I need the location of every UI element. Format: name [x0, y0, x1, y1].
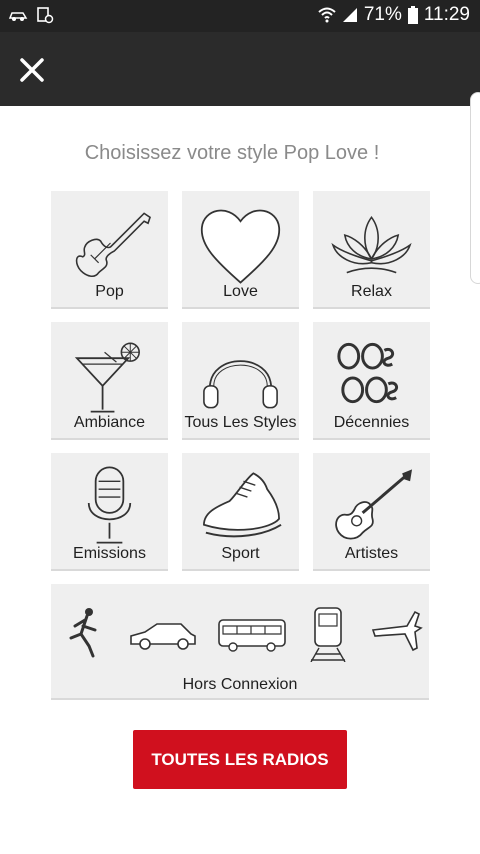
- clock: 11:29: [423, 4, 470, 25]
- style-label: Love: [223, 283, 258, 300]
- style-label: Relax: [351, 283, 392, 300]
- style-tile-ambiance[interactable]: Ambiance: [51, 322, 168, 440]
- runner-icon: [69, 608, 97, 658]
- style-tile-emissions[interactable]: Emissions: [51, 453, 168, 571]
- offline-icons: [69, 607, 423, 662]
- car-icon: [130, 623, 196, 650]
- close-icon[interactable]: [18, 56, 46, 84]
- style-label: Artistes: [344, 545, 399, 562]
- lotus-icon: [331, 215, 412, 274]
- battery-icon: [407, 6, 418, 24]
- headphones-icon: [203, 360, 278, 409]
- page-title: Choisissez votre style Pop Love !: [84, 142, 380, 164]
- battery-percent: 71%: [363, 4, 402, 25]
- offline-tile[interactable]: Hors Connexion: [51, 584, 429, 700]
- heart-icon: [201, 209, 280, 284]
- acoustic-guitar-icon: [335, 469, 413, 540]
- guitar-icon: [75, 212, 151, 278]
- style-tile-relax[interactable]: Relax: [313, 191, 430, 309]
- style-label: Emissions: [73, 545, 146, 562]
- style-label: Décennies: [333, 414, 410, 431]
- style-tile-love[interactable]: Love: [182, 191, 299, 309]
- train-icon: [310, 607, 346, 662]
- style-tile-sport[interactable]: Sport: [182, 453, 299, 571]
- status-bar: 71% 11:29: [0, 0, 480, 32]
- app-bar: [0, 32, 480, 106]
- style-tile-pop[interactable]: Pop: [51, 191, 168, 309]
- all-radios-button[interactable]: TOUTES LES RADIOS: [133, 730, 347, 789]
- cocktail-icon: [74, 342, 140, 413]
- style-label: Tous Les Styles: [184, 414, 297, 431]
- style-tile-decades[interactable]: Décennies: [313, 322, 430, 440]
- style-tile-all-styles[interactable]: Tous Les Styles: [182, 322, 299, 440]
- offline-label: Hors Connexion: [182, 676, 298, 693]
- sneaker-icon: [203, 472, 282, 538]
- wifi-icon: [318, 7, 336, 23]
- bus-icon: [218, 619, 286, 652]
- style-label: Ambiance: [73, 414, 146, 431]
- decades-icon: [337, 342, 399, 404]
- style-label: Pop: [95, 283, 124, 300]
- car-notification-icon: [8, 12, 28, 21]
- screenshot-notification-icon: [37, 7, 54, 24]
- microphone-icon: [87, 466, 132, 544]
- style-tile-artistes[interactable]: Artistes: [313, 453, 430, 571]
- style-label: Sport: [221, 545, 260, 562]
- signal-icon: [342, 8, 357, 22]
- airplane-icon: [371, 610, 423, 652]
- drawer-handle[interactable]: [470, 92, 480, 284]
